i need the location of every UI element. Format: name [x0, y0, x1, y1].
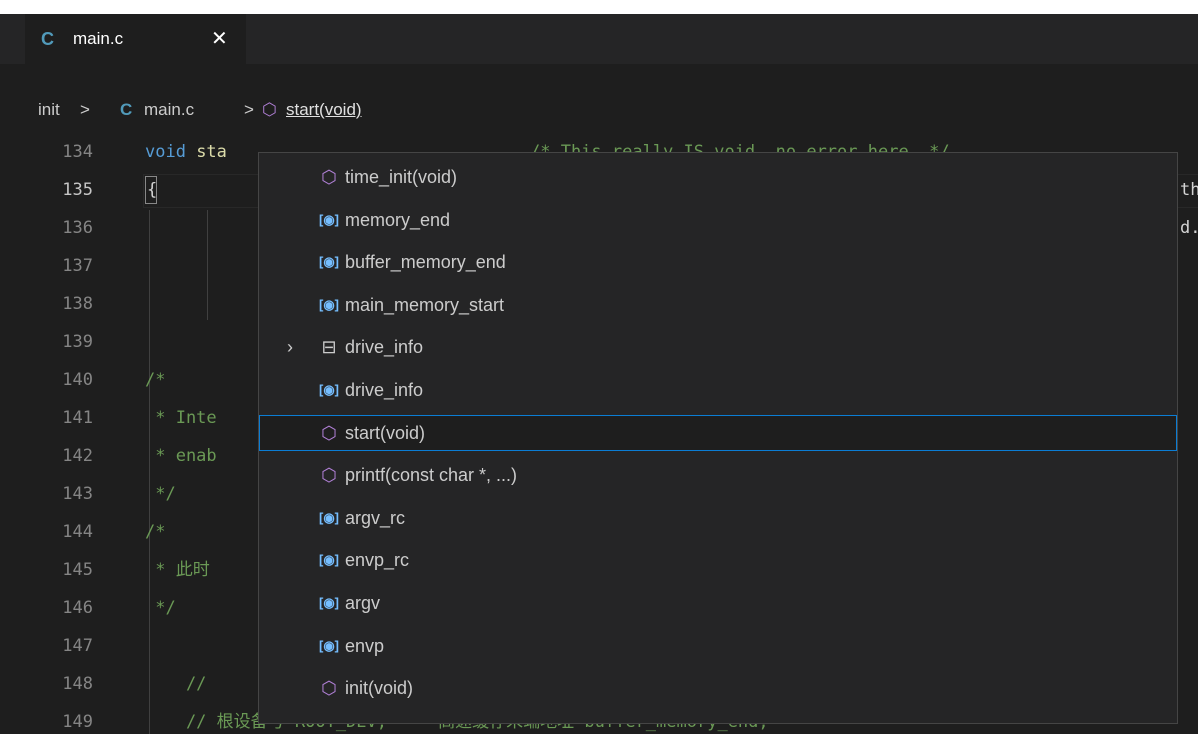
- suggestion-item[interactable]: [◉] envp: [259, 628, 1177, 664]
- code-line-134: void sta: [145, 142, 227, 162]
- method-cube-icon: ⬡: [262, 100, 277, 119]
- suggestion-label: printf(const char *, ...): [345, 465, 518, 486]
- suggestion-label: init(void): [345, 678, 414, 699]
- code-line-146: */: [145, 598, 176, 618]
- line-number: 141: [62, 408, 93, 428]
- breadcrumb-item-init[interactable]: init: [38, 88, 60, 132]
- line-number: 138: [62, 294, 93, 314]
- suggestion-item[interactable]: ⬡ time_init(void): [259, 159, 1177, 195]
- code-line-141: * Inte: [145, 408, 217, 428]
- suggestion-label: argv_rc: [345, 507, 406, 528]
- line-number: 136: [62, 218, 93, 238]
- line-number: 144: [62, 522, 93, 542]
- indent-guide: [207, 210, 208, 320]
- variable-icon: [◉]: [318, 254, 339, 270]
- suggestion-label: main_memory_start: [345, 294, 505, 315]
- code-line-140: /*: [145, 370, 166, 390]
- suggestion-item[interactable]: ⬡ start(void): [259, 414, 1177, 451]
- method-cube-icon: ⬡: [321, 678, 337, 699]
- code-line-143: */: [145, 484, 176, 504]
- line-number: 142: [62, 446, 93, 466]
- suggestion-item[interactable]: [◉] argv_rc: [259, 500, 1177, 536]
- struct-icon: ⊟: [321, 337, 337, 358]
- variable-icon: [◉]: [318, 211, 339, 227]
- suggestion-label: envp: [345, 635, 385, 656]
- suggestion-label: buffer_memory_end: [345, 252, 506, 273]
- line-number: 143: [62, 484, 93, 504]
- suggestion-label: drive_info: [345, 337, 424, 358]
- variable-icon: [◉]: [318, 552, 339, 568]
- breadcrumb-separator: >: [244, 100, 254, 119]
- line-number: 148: [62, 674, 93, 694]
- method-cube-icon: ⬡: [321, 422, 337, 443]
- line-number: 147: [62, 636, 93, 656]
- line-number: 149: [62, 712, 93, 732]
- breadcrumb-separator: >: [80, 100, 90, 119]
- suggestion-label: drive_info: [345, 380, 424, 400]
- breadcrumb-item-main-c[interactable]: main.c: [144, 88, 194, 132]
- suggestion-item[interactable]: ⬡ init(void): [259, 670, 1177, 706]
- tab-label: main.c: [73, 29, 124, 48]
- method-cube-icon: ⬡: [321, 465, 337, 486]
- suggestion-item[interactable]: [◉] argv: [259, 585, 1177, 621]
- code-line-148: //: [145, 674, 217, 694]
- tab-main-c[interactable]: C main.c ✕: [25, 14, 246, 64]
- method-cube-icon: ⬡: [321, 167, 337, 187]
- breadcrumb: init > C main.c > ⬡ start(void): [0, 88, 1198, 132]
- code-line-135: {: [147, 180, 158, 200]
- suggestion-item[interactable]: › ⊟ drive_info: [259, 329, 1177, 365]
- suggestion-label: argv: [345, 593, 381, 613]
- line-number: 134: [62, 142, 93, 162]
- chevron-right-icon[interactable]: ›: [287, 329, 293, 365]
- code-overflow-text: th: [1180, 180, 1198, 200]
- line-number: 135: [62, 180, 93, 200]
- variable-icon: [◉]: [318, 382, 339, 397]
- suggest-widget[interactable]: ⬡ time_init(void) [◉] memory_end [◉] buffer_m…: [258, 152, 1178, 724]
- line-number: 146: [62, 598, 93, 618]
- close-icon[interactable]: ✕: [211, 14, 228, 64]
- c-file-icon: C: [41, 29, 54, 49]
- suggestion-item[interactable]: ⬡ printf(const char *, ...): [259, 457, 1177, 493]
- code-overflow-text: d.: [1180, 218, 1198, 238]
- suggestion-label: start(void): [345, 422, 426, 443]
- variable-icon: [◉]: [318, 595, 339, 610]
- c-file-icon: C: [120, 100, 133, 119]
- variable-icon: [◉]: [318, 637, 339, 653]
- line-number: 145: [62, 560, 93, 580]
- line-number-gutter: 134 135 136 137 138 139 140 141 142 143 144 145 146 1…: [0, 134, 95, 734]
- variable-icon: [◉]: [318, 509, 339, 525]
- code-line-144: /*: [145, 522, 166, 542]
- suggestion-item[interactable]: [◉] main_memory_start: [259, 287, 1177, 323]
- breadcrumb-item-start[interactable]: start(void): [286, 88, 362, 132]
- line-number: 137: [62, 256, 93, 276]
- variable-icon: [◉]: [318, 296, 339, 312]
- code-line-145: * 此时: [145, 560, 210, 580]
- suggestion-label: time_init(void): [345, 167, 458, 187]
- window-top-strip: [0, 0, 1198, 14]
- suggestion-item[interactable]: [◉] memory_end: [259, 202, 1177, 238]
- line-number: 139: [62, 332, 93, 352]
- suggestion-item[interactable]: [◉] envp_rc: [259, 542, 1177, 578]
- line-number: 140: [62, 370, 93, 390]
- suggestion-label: memory_end: [345, 209, 451, 230]
- suggestion-item[interactable]: [◉] drive_info: [259, 372, 1177, 408]
- code-line-142: * enab: [145, 446, 217, 466]
- suggestion-label: envp_rc: [345, 550, 410, 571]
- suggestion-item[interactable]: [◉] buffer_memory_end: [259, 244, 1177, 280]
